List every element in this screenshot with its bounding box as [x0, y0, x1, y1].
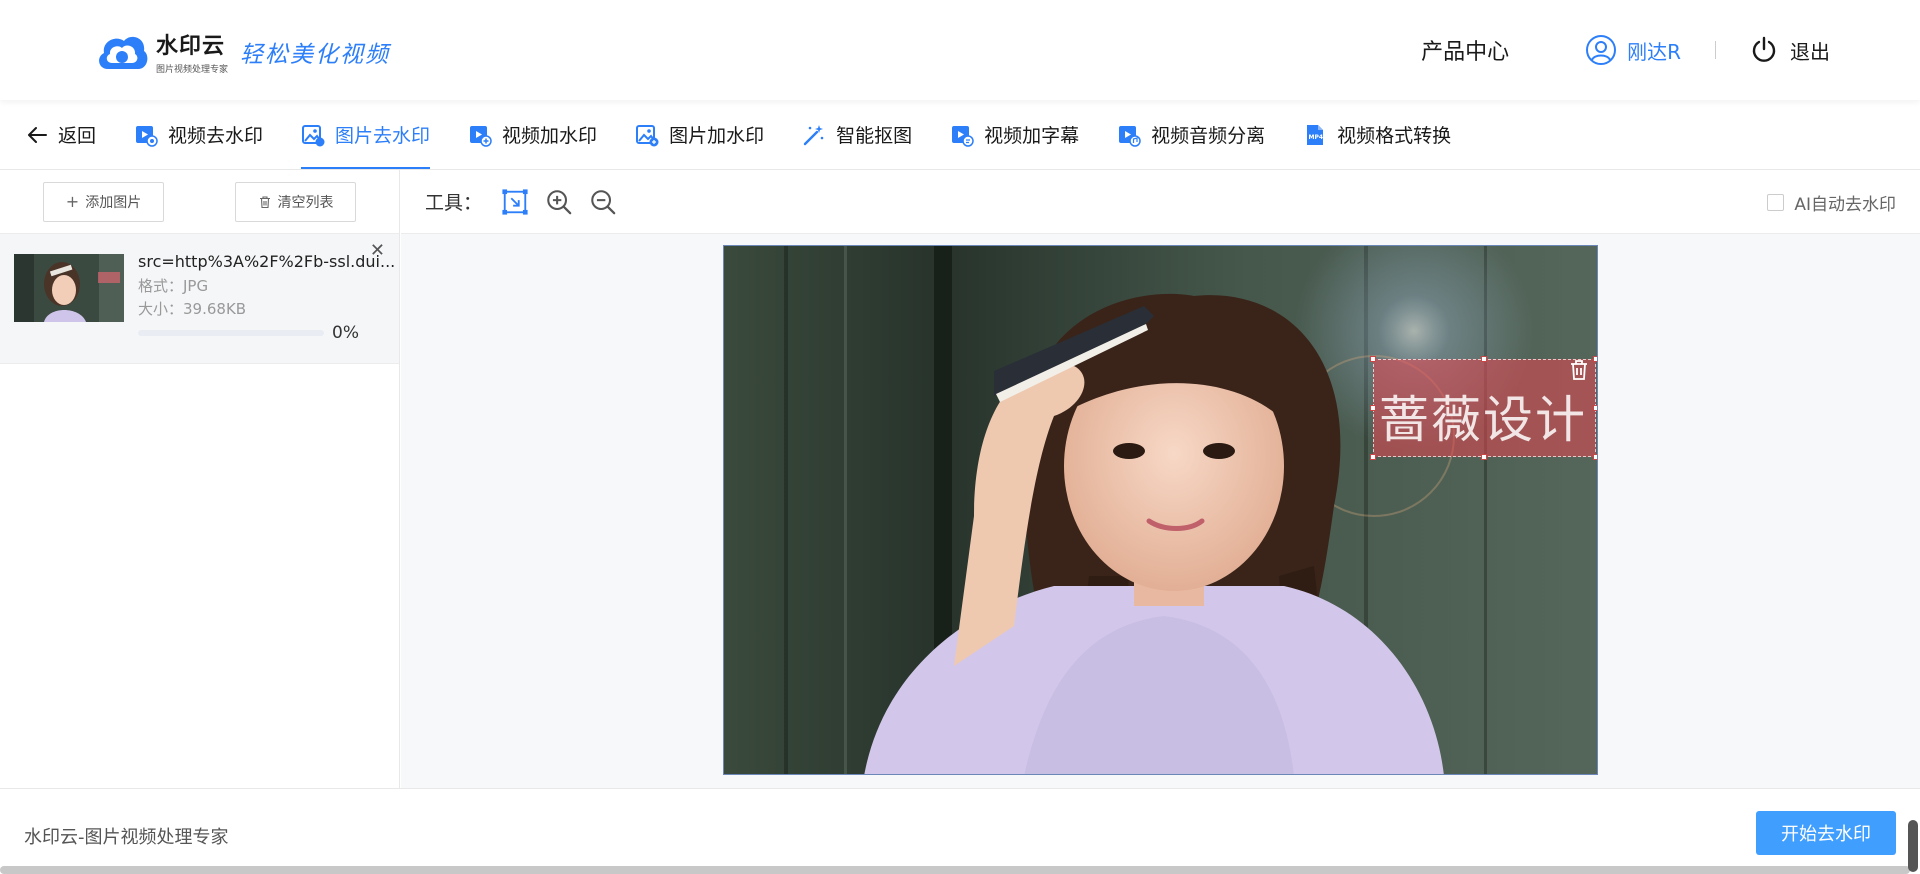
resize-handle[interactable]: [1593, 454, 1597, 460]
mp4-file-icon: MP4: [1307, 124, 1324, 145]
progress-text: 0%: [332, 323, 359, 343]
product-center-link[interactable]: 产品中心: [1421, 34, 1509, 66]
user-name: 刚达R: [1627, 39, 1681, 64]
file-progress: 0%: [138, 323, 388, 343]
resize-handle[interactable]: [1370, 405, 1376, 411]
zoom-in-svg: [547, 189, 572, 214]
header-divider: [1715, 41, 1716, 59]
back-label: 返回: [58, 125, 97, 147]
header-actions: 产品中心 刚达R 退出: [1421, 30, 1830, 70]
horizontal-scrollbar[interactable]: [0, 866, 1910, 874]
tab-video-format-convert[interactable]: MP4 视频格式转换: [1303, 100, 1451, 169]
file-item[interactable]: src=http%3A%2F%2Fb-ssl.dui... 格式：JPG 大小：…: [0, 234, 399, 364]
editor-canvas: 工具： AI自动去水印 蔷薇设计: [401, 170, 1920, 788]
photo-illustration: [724, 246, 1597, 774]
brand-name: 水印云: [156, 34, 226, 59]
select-region-icon[interactable]: [500, 187, 530, 217]
vertical-scrollbar[interactable]: [1908, 820, 1918, 872]
logout-label: 退出: [1790, 39, 1830, 64]
resize-handle[interactable]: [1370, 454, 1376, 460]
video-icon: [136, 125, 158, 147]
preview-image[interactable]: 蔷薇设计: [723, 245, 1598, 775]
video-icon: [470, 125, 492, 147]
svg-text:MP4: MP4: [1309, 134, 1324, 141]
file-size: 大小：39.68KB: [138, 300, 247, 318]
zoom-out-icon[interactable]: [588, 187, 618, 217]
resize-handle[interactable]: [1481, 454, 1487, 460]
image-icon: [302, 124, 325, 146]
file-format: 格式：JPG: [138, 277, 209, 295]
tab-label: 视频去水印: [168, 125, 264, 147]
add-image-button[interactable]: + 添加图片: [43, 181, 164, 222]
logo-text: 水印云 图片视频处理专家: [156, 28, 228, 75]
brand-slogan: 轻松美化视频: [240, 41, 391, 68]
app-footer: 水印云-图片视频处理专家 开始去水印: [0, 788, 1920, 866]
footer-text: 水印云-图片视频处理专家: [24, 827, 229, 848]
cloud-logo-icon: [99, 36, 148, 69]
clear-list-button[interactable]: 清空列表: [235, 181, 356, 222]
ai-auto-label: AI自动去水印: [1794, 195, 1896, 215]
watermark-text: 蔷薇设计: [1379, 391, 1587, 449]
image-icon: [636, 124, 659, 146]
tab-video-add-watermark[interactable]: 视频加水印: [468, 100, 597, 169]
resize-handle[interactable]: [1593, 356, 1597, 362]
progress-bar: [138, 330, 324, 336]
tab-label: 智能抠图: [836, 125, 913, 147]
logout-button[interactable]: 退出: [1750, 36, 1830, 65]
file-info: src=http%3A%2F%2Fb-ssl.dui... 格式：JPG 大小：…: [138, 252, 396, 343]
plus-icon: +: [65, 192, 80, 211]
file-name: src=http%3A%2F%2Fb-ssl.dui...: [138, 252, 396, 271]
tab-label: 视频音频分离: [1151, 125, 1266, 147]
tab-video-remove-watermark[interactable]: 视频去水印: [134, 100, 263, 169]
app-header: 水印云 图片视频处理专家 轻松美化视频 产品中心 刚达R 退出: [0, 0, 1920, 100]
start-remove-watermark-button[interactable]: 开始去水印: [1756, 811, 1896, 855]
arrow-left-icon: [28, 126, 47, 143]
ai-auto-remove-toggle[interactable]: AI自动去水印: [1767, 190, 1896, 215]
zoom-in-icon[interactable]: [544, 187, 574, 217]
user-menu[interactable]: 刚达R: [1585, 34, 1681, 66]
power-icon: [1752, 36, 1776, 62]
editor-toolbar: 工具： AI自动去水印: [401, 170, 1920, 234]
magic-wand-icon: [803, 124, 824, 145]
select-region-svg: [502, 188, 528, 215]
trash-icon: [259, 195, 270, 208]
logo[interactable]: 水印云 图片视频处理专家 轻松美化视频: [94, 28, 390, 75]
add-image-label: 添加图片: [85, 194, 142, 211]
tab-smart-cutout[interactable]: 智能抠图: [802, 100, 912, 169]
delete-selection-icon[interactable]: [1568, 358, 1590, 382]
file-thumbnail: [14, 254, 124, 322]
resize-handle[interactable]: [1593, 405, 1597, 411]
tab-label: 视频格式转换: [1337, 125, 1452, 147]
file-list-toolbar: + 添加图片 清空列表: [0, 170, 399, 234]
tool-nav: 返回 视频去水印 图片去水印 视频加水印 图片加水印 智能抠图 视频加字幕 视频…: [0, 100, 1920, 170]
tab-image-remove-watermark[interactable]: 图片去水印: [301, 100, 431, 169]
zoom-out-svg: [591, 189, 616, 214]
tab-label: 图片去水印: [335, 125, 431, 147]
clear-list-label: 清空列表: [277, 194, 334, 211]
tab-label: 视频加水印: [502, 125, 598, 147]
tab-image-add-watermark[interactable]: 图片加水印: [635, 100, 764, 169]
tools-label: 工具：: [425, 192, 483, 214]
brand-sub: 图片视频处理专家: [156, 65, 229, 75]
file-list-panel: + 添加图片 清空列表 src=http%3A%2F%2Fb-ssl.dui..…: [0, 170, 400, 788]
tab-label: 视频加字幕: [984, 125, 1080, 147]
resize-handle[interactable]: [1481, 356, 1487, 362]
video-icon: [952, 125, 974, 147]
back-button[interactable]: 返回: [26, 100, 96, 169]
tab-video-add-subtitle[interactable]: 视频加字幕: [950, 100, 1079, 169]
remove-file-icon[interactable]: ✕: [370, 240, 385, 261]
tab-label: 图片加水印: [669, 125, 765, 147]
watermark-selection[interactable]: 蔷薇设计: [1370, 356, 1597, 460]
video-icon: [1119, 125, 1141, 147]
user-avatar-icon: [1586, 35, 1617, 65]
ai-auto-checkbox[interactable]: [1767, 194, 1785, 211]
tab-video-audio-split[interactable]: 视频音频分离: [1117, 100, 1265, 169]
resize-handle[interactable]: [1370, 356, 1376, 362]
